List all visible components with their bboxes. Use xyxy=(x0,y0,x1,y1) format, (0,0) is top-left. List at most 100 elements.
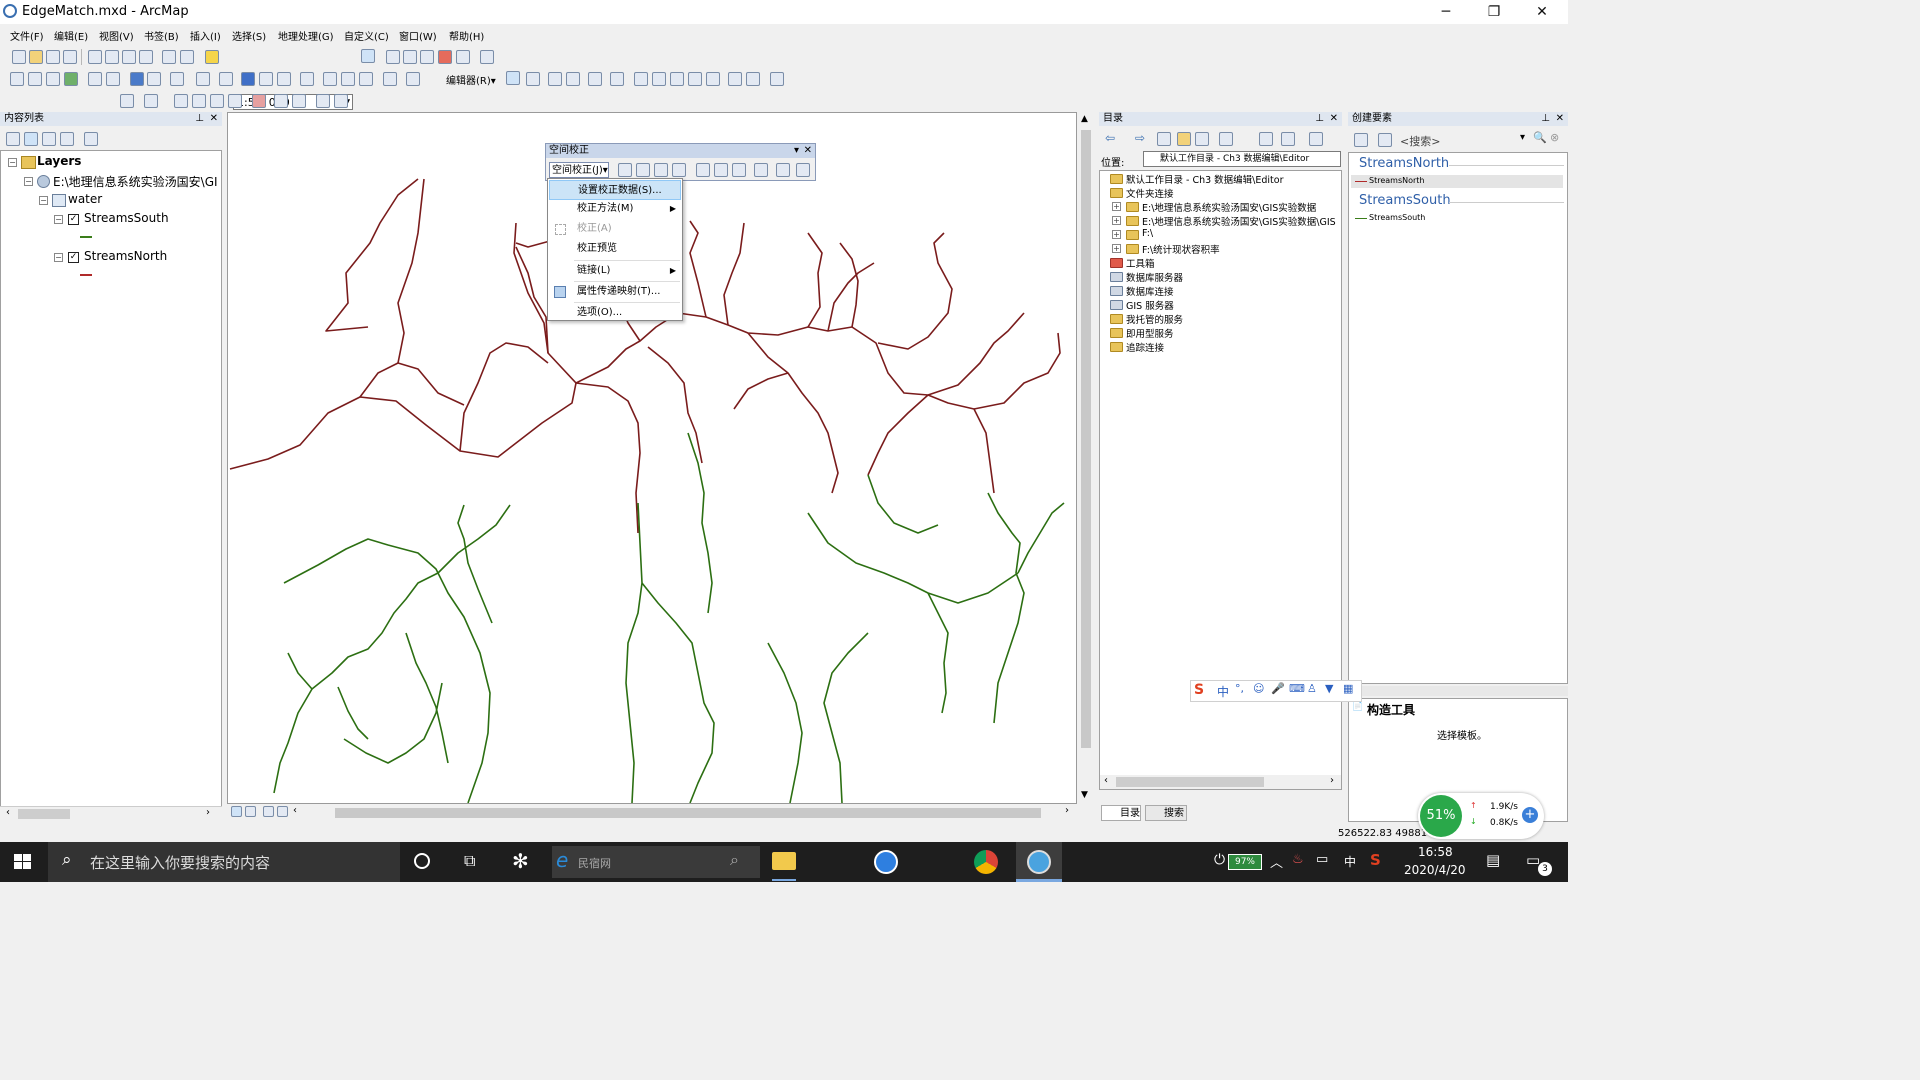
redo-icon[interactable] xyxy=(180,50,194,64)
clear-search-icon[interactable]: ⊗ xyxy=(1550,131,1559,144)
view-link-table-icon[interactable] xyxy=(754,163,768,177)
scroll-up-icon[interactable]: ▲ xyxy=(1081,114,1088,124)
catalog-item-gis-servers[interactable]: GIS 服务器 xyxy=(1126,298,1174,312)
show-hidden-icons[interactable]: ︿ xyxy=(1270,852,1283,871)
options-icon[interactable] xyxy=(84,132,98,146)
expand-icon[interactable]: + xyxy=(1112,230,1121,239)
tab-search[interactable]: 搜索 xyxy=(1145,805,1187,821)
close-icon[interactable]: ✕ xyxy=(1330,112,1338,126)
network-monitor-widget[interactable]: 51% ↑ 1.9K/s ↓ 0.8K/s + xyxy=(1418,793,1544,839)
map-vertical-scrollbar[interactable]: ▲ ▼ xyxy=(1078,112,1094,804)
zoom-out-icon[interactable] xyxy=(28,72,42,86)
close-icon[interactable]: ✕ xyxy=(210,112,218,126)
menu-item-set-adjust-data[interactable]: 设置校正数据(S)... xyxy=(549,180,681,200)
windows-start-icon[interactable] xyxy=(14,854,32,870)
sketch-properties-icon[interactable] xyxy=(746,72,760,86)
catalog-item-tracking[interactable]: 追踪连接 xyxy=(1126,340,1164,354)
catalog-item-folder-connections[interactable]: 文件夹连接 xyxy=(1126,186,1174,200)
collapse-icon[interactable]: − xyxy=(39,196,48,205)
catalog-horizontal-scrollbar[interactable]: ‹ › xyxy=(1100,775,1341,789)
list-by-visibility-icon[interactable] xyxy=(42,132,56,146)
find-route-icon[interactable] xyxy=(341,72,355,86)
viewer-window-icon[interactable] xyxy=(406,72,420,86)
catalog-item-database-connections[interactable]: 数据库连接 xyxy=(1126,284,1174,298)
new-icon[interactable] xyxy=(12,50,26,64)
new-displacement-link-icon[interactable] xyxy=(636,163,650,177)
topology-edit-icon[interactable] xyxy=(192,94,206,108)
menu-edit[interactable]: 编辑(E) xyxy=(54,28,88,43)
catalog-item-database-servers[interactable]: 数据库服务器 xyxy=(1126,270,1183,284)
up-one-level-icon[interactable] xyxy=(1157,132,1171,146)
new-identity-link-icon[interactable] xyxy=(696,163,710,177)
toc-horizontal-scrollbar[interactable]: ‹ › xyxy=(0,806,222,821)
views-icon[interactable] xyxy=(1219,132,1233,146)
catalog-item-folder-2[interactable]: E:\地理信息系统实验汤国安\GIS实验数据\GIS xyxy=(1142,214,1336,228)
open-icon[interactable] xyxy=(29,50,43,64)
chevron-down-icon[interactable]: ▾ xyxy=(794,144,799,158)
modelbuilder-icon[interactable] xyxy=(480,50,494,64)
select-features-icon[interactable] xyxy=(170,72,184,86)
validate-icon[interactable] xyxy=(210,94,224,108)
chrome-icon[interactable] xyxy=(974,850,998,874)
paste-icon[interactable] xyxy=(122,50,136,64)
ime-skin-icon[interactable]: ▼ xyxy=(1325,682,1333,695)
template-streamssouth[interactable]: StreamsSouth xyxy=(1351,212,1563,225)
browser-address-box[interactable]: e 民宿网 ⌕ xyxy=(552,846,760,878)
georef-icon[interactable] xyxy=(120,94,134,108)
menu-help[interactable]: 帮助(H) xyxy=(449,28,484,43)
fixed-zoom-in-icon[interactable] xyxy=(88,72,102,86)
back-icon[interactable]: ⇦ xyxy=(1105,131,1115,145)
clock-app-icon[interactable] xyxy=(874,850,898,874)
add-icon[interactable]: + xyxy=(1522,807,1538,823)
pause-drawing-icon[interactable] xyxy=(277,806,288,817)
menu-geoprocessing[interactable]: 地理处理(G) xyxy=(278,28,334,43)
menu-insert[interactable]: 插入(I) xyxy=(190,28,221,43)
split-icon[interactable] xyxy=(688,72,702,86)
print-icon[interactable] xyxy=(63,50,77,64)
arcmap-taskbar-button[interactable] xyxy=(1016,842,1062,882)
menu-item-adjust-method[interactable]: 校正方法(M) ▶ xyxy=(549,199,681,219)
options-icon[interactable] xyxy=(1309,132,1323,146)
ime-user-icon[interactable]: ♙ xyxy=(1307,682,1317,695)
tray-app-icon[interactable]: ♨ xyxy=(1292,852,1304,867)
menu-file[interactable]: 文件(F) xyxy=(10,28,44,43)
snapping-icon[interactable] xyxy=(144,94,158,108)
select-elements-icon[interactable] xyxy=(219,72,233,86)
edge-match-icon[interactable] xyxy=(776,163,790,177)
ime-voice-icon[interactable]: 🎤 xyxy=(1271,682,1285,695)
collapse-icon[interactable]: − xyxy=(24,177,33,186)
collapse-icon[interactable]: − xyxy=(8,158,17,167)
scrollbar-thumb[interactable] xyxy=(335,808,1041,818)
new-limited-adjustment-icon[interactable] xyxy=(714,163,728,177)
list-by-drawing-order-icon[interactable] xyxy=(6,132,20,146)
taskbar-search-box[interactable]: ⌕ 在这里输入你要搜索的内容 xyxy=(48,842,400,882)
spatial-adjustment-menu-button[interactable]: 空间校正(J)▾ xyxy=(549,162,609,178)
catalog-item-folder-3[interactable]: F:\统计现状容积率 xyxy=(1142,242,1220,256)
add-data-icon[interactable] xyxy=(205,50,219,64)
error-inspector-icon[interactable] xyxy=(228,94,242,108)
scroll-right-icon[interactable]: › xyxy=(1065,805,1069,816)
map-topology-icon[interactable] xyxy=(252,94,266,108)
html-popup-icon[interactable] xyxy=(277,72,291,86)
find-icon[interactable] xyxy=(323,72,337,86)
expand-icon[interactable]: + xyxy=(1112,202,1121,211)
splitter[interactable] xyxy=(1348,686,1568,696)
ime-menu-icon[interactable]: ▦ xyxy=(1343,682,1353,695)
menu-item-preview[interactable]: 校正预览 xyxy=(549,239,681,259)
new-folder-icon[interactable] xyxy=(1259,132,1273,146)
scrollbar-thumb[interactable] xyxy=(1081,130,1091,748)
menu-item-options[interactable]: 选项(O)... xyxy=(549,303,681,323)
app-pinwheel-icon[interactable]: ✻ xyxy=(512,849,529,873)
forward-icon[interactable]: ⇨ xyxy=(1135,131,1145,145)
chevron-down-icon[interactable]: ▾ xyxy=(1520,132,1525,143)
list-by-selection-icon[interactable] xyxy=(60,132,74,146)
search-icon[interactable]: 🔍 xyxy=(1533,131,1547,144)
refresh-icon[interactable] xyxy=(263,806,274,817)
cut-icon[interactable] xyxy=(88,50,102,64)
template-streamsnorth[interactable]: StreamsNorth xyxy=(1351,175,1563,188)
fix-topology-icon[interactable] xyxy=(316,94,330,108)
scroll-left-icon[interactable]: ‹ xyxy=(6,807,10,818)
clear-limited-adjustment-icon[interactable] xyxy=(732,163,746,177)
time-slider-icon[interactable] xyxy=(383,72,397,86)
scrollbar-thumb[interactable] xyxy=(18,809,70,819)
